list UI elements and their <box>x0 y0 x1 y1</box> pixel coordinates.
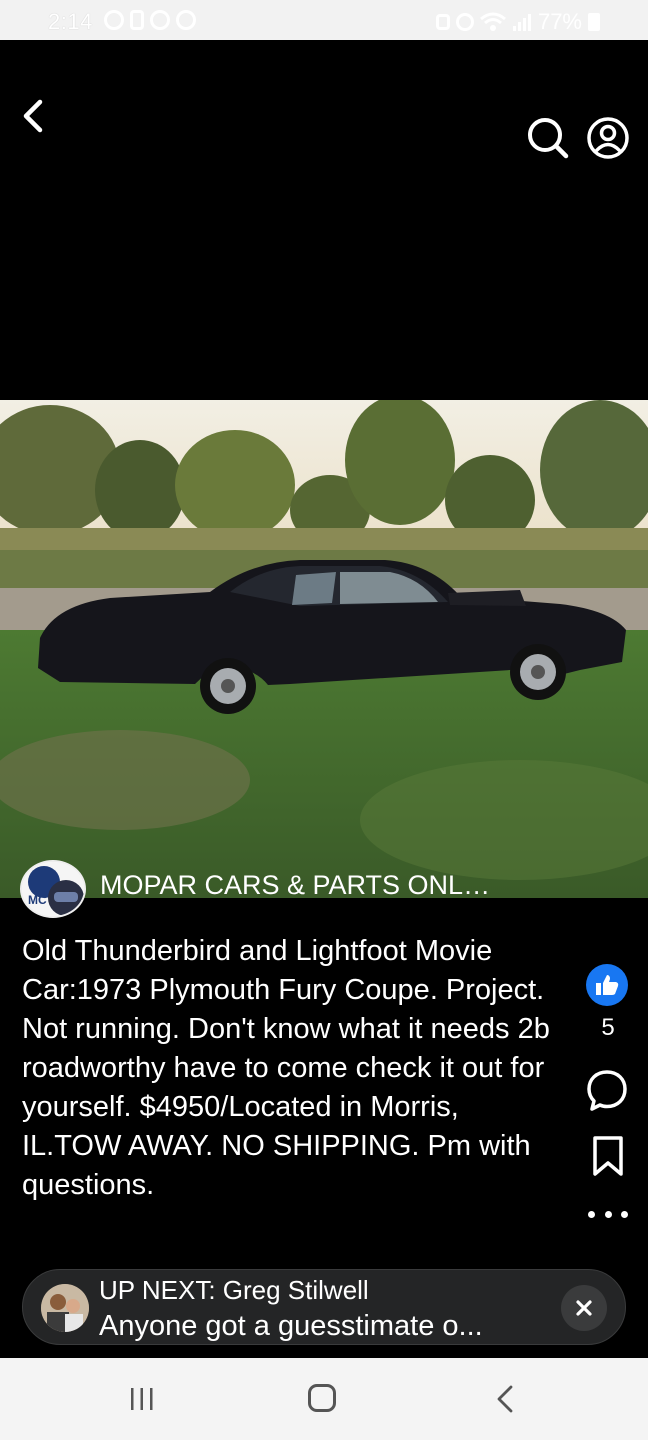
dot-icon <box>588 1210 595 1218</box>
post-photo[interactable] <box>0 400 648 898</box>
notification-icon <box>150 10 170 30</box>
top-area <box>0 40 648 400</box>
signal-icon <box>512 14 531 31</box>
comment-icon[interactable] <box>585 1068 629 1112</box>
like-count: 5 <box>601 1014 615 1041</box>
search-icon[interactable] <box>526 116 570 160</box>
close-icon <box>576 1300 592 1316</box>
close-button[interactable] <box>561 1285 607 1331</box>
up-next-avatar <box>41 1284 89 1332</box>
up-next-banner[interactable]: UP NEXT: Greg Stilwell Anyone got a gues… <box>22 1269 626 1345</box>
group-name[interactable]: MOPAR CARS & PARTS ONL… <box>100 870 490 901</box>
post-caption: Old Thunderbird and Lightfoot Movie Car:… <box>22 935 550 1201</box>
dot-icon <box>604 1210 612 1218</box>
up-next-label: UP NEXT: Greg Stilwell <box>99 1275 369 1305</box>
back-icon[interactable] <box>494 1384 516 1414</box>
account-circle-icon[interactable] <box>586 116 630 160</box>
bookmark-icon[interactable] <box>590 1134 626 1178</box>
system-nav-bar <box>0 1358 648 1440</box>
alarm-icon <box>435 14 450 30</box>
home-icon[interactable] <box>308 1384 336 1412</box>
recent-apps-icon[interactable] <box>128 1386 156 1412</box>
chevron-left-icon[interactable] <box>18 96 50 136</box>
battery-icon <box>588 13 600 31</box>
group-header[interactable]: MC MOPAR CARS & PARTS ONL… <box>20 860 580 920</box>
wifi-icon <box>479 12 506 31</box>
group-avatar[interactable]: MC <box>20 860 86 918</box>
status-bar: 2:14 77% <box>0 0 648 40</box>
dot-icon <box>621 1210 628 1218</box>
battery-percent: 77% <box>537 9 582 34</box>
up-next-title: Anyone got a guesstimate o... <box>99 1310 483 1342</box>
clock-icon <box>455 13 474 31</box>
like-button[interactable] <box>586 964 628 1006</box>
more-options-button[interactable] <box>588 1204 628 1224</box>
circle-icon <box>176 10 196 30</box>
phone-icon <box>130 10 144 30</box>
notification-icons <box>104 10 196 30</box>
status-right: 77% <box>435 9 600 35</box>
svg-text:MC: MC <box>28 893 47 907</box>
status-time: 2:14 <box>48 9 93 34</box>
thumbs-up-icon <box>596 975 619 995</box>
notification-icon <box>104 10 124 30</box>
